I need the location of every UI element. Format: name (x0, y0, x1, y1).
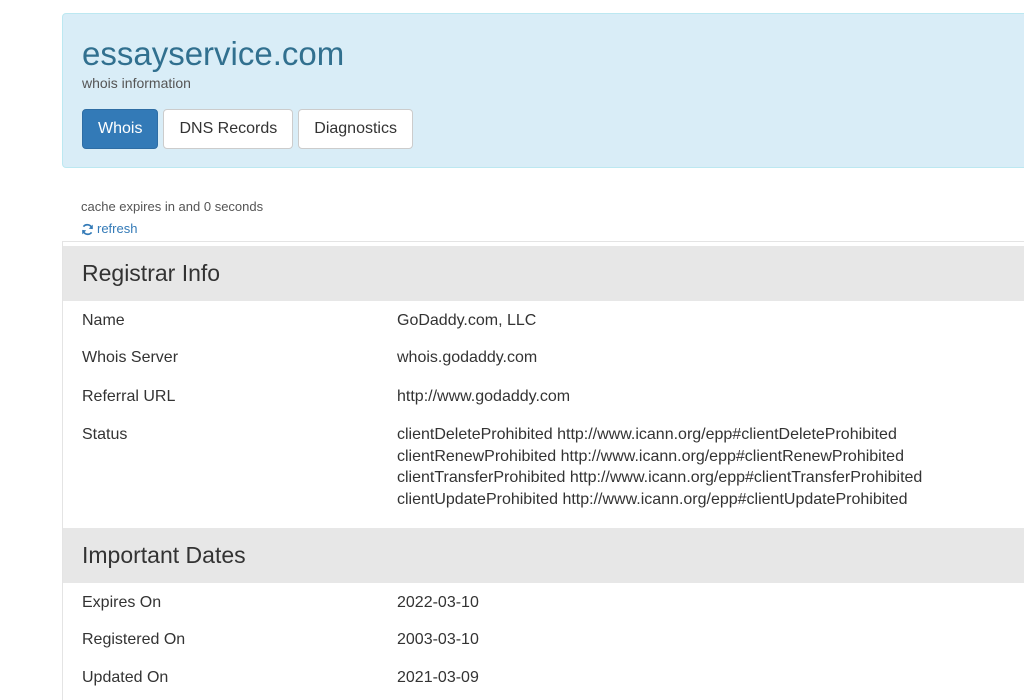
page-subtitle: whois information (82, 75, 191, 91)
page-title: essayservice.com (82, 35, 345, 72)
refresh-icon (81, 223, 94, 236)
row-value: GoDaddy.com, LLC (397, 312, 537, 329)
tab-diagnostics[interactable]: Diagnostics (298, 109, 413, 149)
row-label: Whois Server (82, 349, 179, 366)
tab-whois[interactable]: Whois (82, 109, 159, 149)
row-label: Status (82, 426, 128, 443)
cache-status-text: cache expires in and 0 seconds (81, 199, 264, 214)
status-value: clientRenewProhibited http://www.icann.o… (397, 447, 904, 465)
row-label: Referral URL (82, 388, 176, 405)
tab-dns-records[interactable]: DNS Records (163, 109, 294, 149)
row-value: 2021-03-09 (397, 669, 479, 686)
whois-info-panel: Registrar Info Name GoDaddy.com, LLC Who… (62, 241, 1024, 700)
refresh-link[interactable]: refresh (81, 221, 137, 237)
refresh-label: refresh (97, 221, 138, 236)
row-value: whois.godaddy.com (397, 349, 538, 366)
row-label: Name (82, 312, 125, 329)
row-label: Updated On (82, 669, 169, 686)
status-value: clientDeleteProhibited http://www.icann.… (397, 426, 897, 443)
row-value: http://www.godaddy.com (397, 388, 571, 405)
status-value-list: clientDeleteProhibited http://www.icann.… (397, 424, 922, 510)
row-label: Registered On (82, 631, 186, 648)
status-value: clientUpdateProhibited http://www.icann.… (397, 490, 908, 508)
row-value: 2022-03-10 (397, 594, 479, 611)
domain-header: essayservice.com whois information Whois… (62, 13, 1024, 168)
row-label: Expires On (82, 594, 162, 611)
status-value: clientTransferProhibited http://www.ican… (397, 469, 923, 486)
row-value: 2003-03-10 (397, 631, 479, 648)
tab-bar: Whois DNS Records Diagnostics (82, 109, 413, 149)
important-dates-heading: Important Dates (63, 528, 1024, 583)
registrar-info-heading: Registrar Info (63, 246, 1024, 301)
